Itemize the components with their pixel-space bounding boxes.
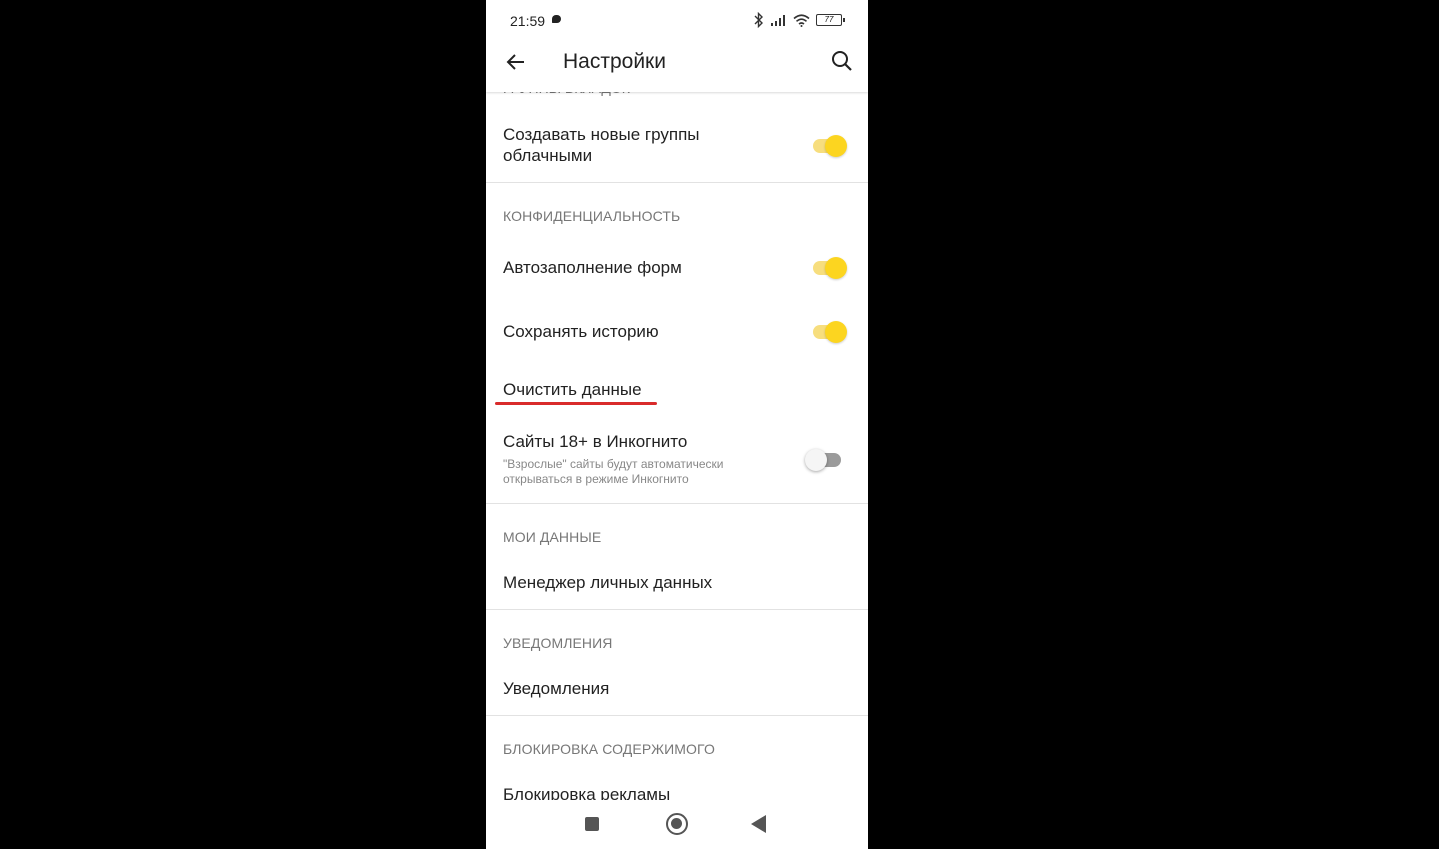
section-header-notifications: УВЕДОМЛЕНИЯ [503, 635, 613, 651]
signal-icon [771, 15, 785, 26]
settings-list: ГРУППЫ ВКЛАДОК Создавать новые группы об… [486, 0, 868, 849]
search-icon[interactable] [830, 49, 854, 73]
highlight-underline [495, 402, 657, 405]
autofill-toggle[interactable] [809, 256, 849, 280]
section-header-my-data: МОИ ДАННЫЕ [503, 529, 602, 545]
divider [486, 503, 868, 504]
toggle-thumb [805, 449, 827, 471]
setting-personal-data-manager-label: Менеджер личных данных [503, 573, 713, 592]
status-time: 21:59 [510, 13, 546, 29]
app-bar: Настройки [486, 40, 868, 92]
save-history-toggle[interactable] [809, 320, 849, 344]
setting-adult-incognito-description: "Взрослые" сайты будут автоматически отк… [503, 457, 724, 486]
toggle-thumb [825, 257, 847, 279]
recent-apps-icon[interactable] [585, 817, 599, 831]
section-header-privacy: КОНФИДЕНЦИАЛЬНОСТЬ [503, 208, 681, 224]
cloud-groups-toggle[interactable] [809, 134, 849, 158]
toggle-thumb [825, 135, 847, 157]
divider [486, 715, 868, 716]
wifi-icon [793, 13, 810, 27]
home-icon[interactable] [666, 813, 688, 835]
divider [486, 182, 868, 183]
setting-clear-data-label: Очистить данные [503, 380, 642, 399]
system-navigation-bar [486, 800, 868, 849]
section-header-content-blocking: БЛОКИРОВКА СОДЕРЖИМОГО [503, 741, 715, 757]
setting-autofill-label: Автозаполнение форм [503, 258, 682, 277]
status-icons: 77 [754, 12, 845, 28]
setting-cloud-groups-label: Создавать новые группы облачными [503, 125, 700, 165]
status-bar: 21:59 77 [486, 0, 868, 40]
page-title: Настройки [563, 50, 666, 73]
setting-save-history-label: Сохранять историю [503, 322, 659, 341]
battery-icon: 77 [816, 14, 845, 26]
setting-adult-incognito-label: Сайты 18+ в Инкогнито [503, 432, 688, 451]
setting-notifications-label: Уведомления [503, 679, 610, 698]
system-back-icon[interactable] [751, 815, 766, 833]
divider [486, 609, 868, 610]
adult-incognito-toggle[interactable] [805, 448, 845, 472]
phone-screen: ГРУППЫ ВКЛАДОК Создавать новые группы об… [486, 0, 868, 849]
chat-notification-icon [552, 15, 561, 23]
toggle-thumb [825, 321, 847, 343]
bluetooth-icon [754, 12, 763, 28]
back-arrow-icon[interactable] [504, 50, 528, 74]
